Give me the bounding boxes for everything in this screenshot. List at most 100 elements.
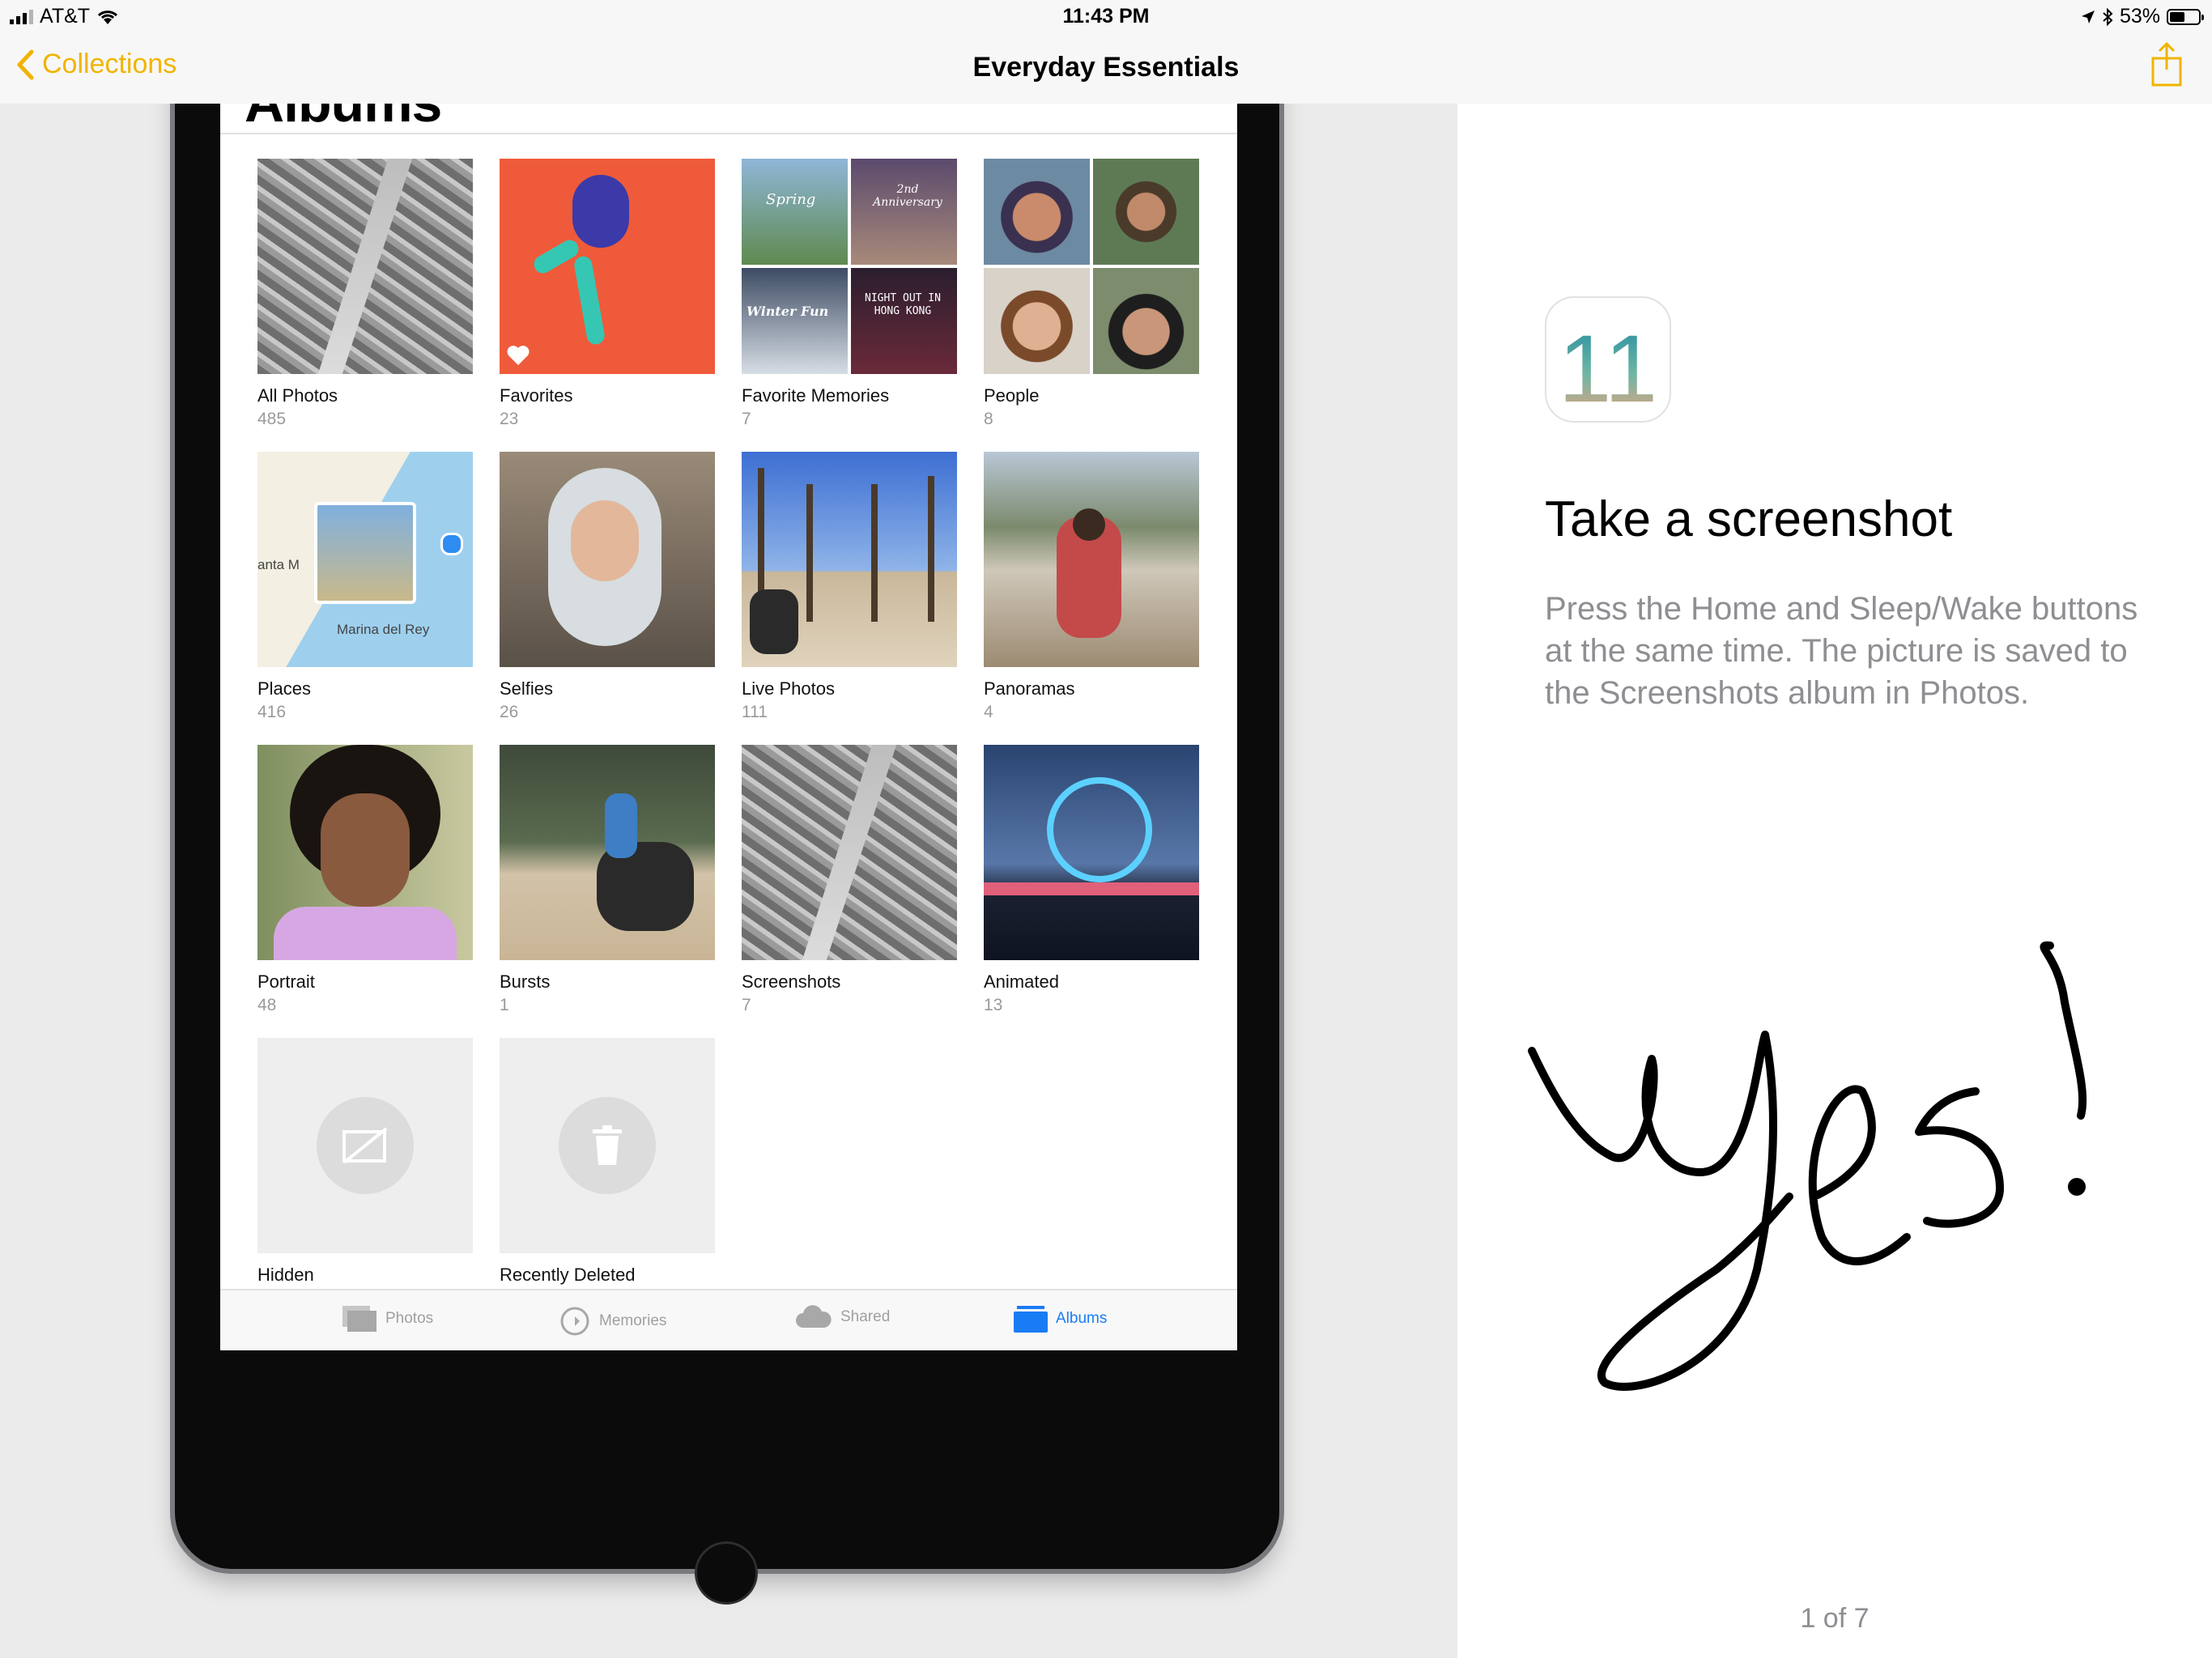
album-name: Portrait	[257, 971, 315, 992]
tip-media: Albums All Photos 485 Favorites 23	[0, 104, 1457, 1658]
tab-memories[interactable]: Memories	[559, 1305, 666, 1337]
album-recently-deleted: Recently Deleted	[500, 1038, 715, 1286]
trash-icon	[559, 1097, 656, 1194]
tab-albums[interactable]: Albums	[1014, 1305, 1107, 1333]
album-favorites: Favorites 23	[500, 159, 715, 429]
bluetooth-icon	[2103, 7, 2113, 26]
map-pin-icon	[440, 533, 463, 555]
album-portrait: Portrait 48	[257, 745, 473, 1015]
album-thumbnail	[984, 745, 1199, 960]
tab-label: Albums	[1056, 1310, 1108, 1327]
album-thumbnail	[500, 452, 715, 667]
memory-label: Spring	[766, 191, 816, 208]
album-count: 7	[742, 996, 751, 1014]
album-name: Favorites	[500, 385, 573, 406]
album-name: Live Photos	[742, 678, 835, 699]
tab-label: Shared	[840, 1308, 891, 1325]
share-icon	[2151, 41, 2182, 87]
album-name: Recently Deleted	[500, 1265, 636, 1285]
tab-label: Photos	[385, 1310, 434, 1327]
memories-icon	[560, 1307, 589, 1336]
tab-shared[interactable]: Shared	[795, 1305, 890, 1329]
album-name: Panoramas	[984, 678, 1075, 699]
battery-fill	[2170, 11, 2184, 22]
album-thumbnail	[984, 452, 1199, 667]
album-count: 48	[257, 996, 277, 1014]
battery-percent: 53%	[2119, 5, 2160, 28]
album-thumbnail	[742, 452, 957, 667]
album-thumbnail	[500, 159, 715, 374]
album-animated: Animated 13	[984, 745, 1199, 1015]
album-name: Places	[257, 678, 312, 699]
album-count: 4	[984, 703, 993, 721]
nav-title: Everyday Essentials	[972, 52, 1240, 83]
album-bursts: Bursts 1	[500, 745, 715, 1015]
album-name: All Photos	[257, 385, 338, 406]
album-thumbnail	[257, 745, 473, 960]
tip-heading: Take a screenshot	[1545, 491, 1953, 547]
album-screenshots: Screenshots 7	[742, 745, 957, 1015]
map-label: anta M	[257, 557, 300, 572]
albums-title: Albums	[245, 104, 442, 134]
ios-11-icon: 11	[1545, 296, 1671, 423]
album-name: People	[984, 385, 1040, 406]
status-bar: AT&T 11:43 PM 53%	[0, 0, 2212, 34]
ipad-screen: Albums All Photos 485 Favorites 23	[220, 104, 1237, 1350]
albums-icon	[1014, 1306, 1048, 1333]
album-selfies: Selfies 26	[500, 452, 715, 722]
album-count: 26	[500, 703, 519, 721]
album-thumbnail	[742, 745, 957, 960]
album-thumbnail	[500, 1038, 715, 1253]
album-count: 23	[500, 410, 519, 428]
tip-panel: 11 Take a screenshot Press the Home and …	[1457, 104, 2212, 1658]
map-label: Marina del Rey	[337, 622, 430, 637]
share-button[interactable]	[2150, 41, 2183, 91]
svg-text:11: 11	[1559, 316, 1658, 423]
navigation-bar: Collections Everyday Essentials	[0, 34, 2212, 104]
status-time: 11:43 PM	[1062, 5, 1150, 28]
album-thumbnail	[257, 1038, 473, 1253]
album-count: 8	[984, 410, 993, 428]
album-panoramas: Panoramas 4	[984, 452, 1199, 722]
divider	[220, 133, 1237, 134]
album-count: 7	[742, 410, 751, 428]
battery-icon	[2167, 8, 2204, 25]
album-thumbnail	[500, 745, 715, 960]
album-thumbnail: Spring 2nd Anniversary Winter Fun NIGHT …	[742, 159, 957, 374]
album-name: Bursts	[500, 971, 551, 992]
album-thumbnail: Marina del Rey anta M	[257, 452, 473, 667]
cloud-icon	[796, 1305, 832, 1328]
status-right: 53%	[2081, 5, 2204, 28]
album-live-photos: Live Photos 111	[742, 452, 957, 722]
handwritten-yes-annotation	[1528, 941, 2087, 1391]
album-count: 13	[984, 996, 1003, 1014]
album-name: Favorite Memories	[742, 385, 890, 406]
ios-11-glyph: 11	[1559, 316, 1658, 423]
album-all-photos: All Photos 485	[257, 159, 473, 429]
album-thumbnail	[984, 159, 1199, 374]
home-button	[695, 1541, 758, 1605]
album-name: Hidden	[257, 1265, 314, 1285]
tab-bar: Photos Memories Shared Albums	[220, 1289, 1237, 1350]
album-count: 1	[500, 996, 509, 1014]
memory-label: NIGHT OUT IN HONG KONG	[865, 292, 941, 317]
album-thumbnail	[257, 159, 473, 374]
memory-label: Winter Fun	[747, 304, 829, 319]
heart-icon	[507, 346, 530, 365]
tip-body: Press the Home and Sleep/Wake buttons at…	[1545, 591, 2138, 711]
album-favorite-memories: Spring 2nd Anniversary Winter Fun NIGHT …	[742, 159, 957, 429]
memory-label: 2nd Anniversary	[873, 183, 942, 209]
page-indicator: 1 of 7	[1800, 1603, 1870, 1634]
tab-photos[interactable]: Photos	[342, 1305, 433, 1333]
album-count: 485	[257, 410, 287, 428]
photos-icon	[342, 1306, 376, 1332]
album-places: Marina del Rey anta M Places 416	[257, 452, 473, 722]
tab-label: Memories	[599, 1312, 667, 1329]
album-name: Screenshots	[742, 971, 841, 992]
album-count: 416	[257, 703, 287, 721]
location-icon	[2081, 10, 2095, 23]
album-count: 111	[742, 703, 768, 721]
album-hidden: Hidden	[257, 1038, 473, 1286]
album-name: Animated	[984, 971, 1059, 992]
hidden-icon	[317, 1097, 414, 1194]
